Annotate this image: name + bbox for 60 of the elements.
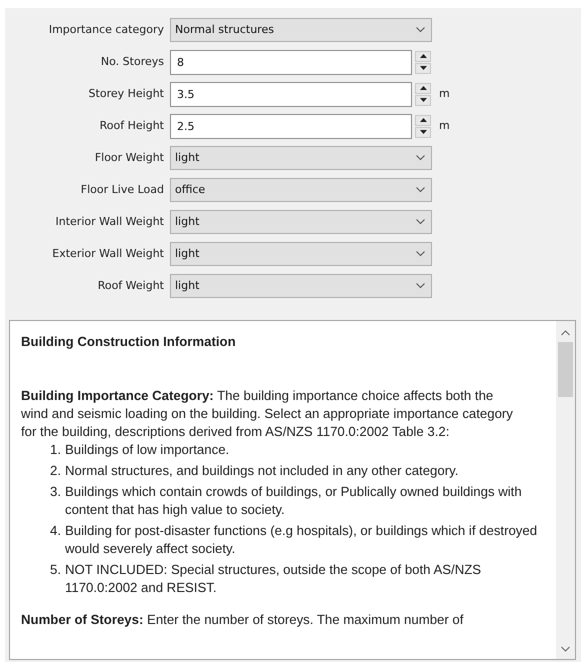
dropdown-value: light (175, 150, 200, 166)
dropdown[interactable]: Normal structures (170, 18, 432, 42)
chevron-down-icon (416, 283, 425, 289)
dropdown-value: light (175, 214, 200, 230)
list-number: 2. (49, 462, 61, 480)
scroll-thumb[interactable] (558, 342, 573, 397)
unit-label: m (439, 118, 450, 134)
spin-down-button[interactable] (415, 62, 431, 74)
chevron-down-icon (416, 27, 425, 33)
field-label: Exterior Wall Weight (51, 246, 165, 262)
down-arrow-icon (420, 130, 426, 134)
list-item: Buildings of low importance. (65, 441, 230, 459)
list-item: Buildings which contain crowds of buildings, or Publically owned buildings with content that has high value to society. (65, 483, 523, 519)
list-number: 3. (49, 483, 61, 501)
chevron-down-icon (416, 251, 425, 257)
dropdown[interactable]: office (170, 178, 432, 202)
info-paragraph: Building Importance Category: The building importance choice affects both the wind and seismic loading on the building. Select an appropriate importance category for the building, descriptions derived from AS/NZS 1170.0:2002 Table 3.2: (21, 387, 514, 441)
field-label: Floor Live Load (80, 182, 165, 198)
spin-up-button[interactable] (415, 82, 431, 94)
dropdown-value: light (175, 278, 200, 294)
up-arrow-icon (420, 86, 426, 90)
scroll-down-icon[interactable] (561, 646, 570, 652)
spin-down-button[interactable] (415, 126, 431, 138)
dropdown[interactable]: light (170, 242, 432, 266)
field-label: Storey Height (88, 86, 165, 102)
down-arrow-icon (420, 66, 426, 70)
spin-down-button[interactable] (415, 94, 431, 106)
dropdown[interactable]: light (170, 210, 432, 234)
list-number: 1. (49, 441, 61, 459)
spin-up-button[interactable] (415, 114, 431, 126)
up-arrow-icon (420, 118, 426, 122)
dropdown-value: light (175, 246, 200, 262)
list-number: 5. (49, 561, 61, 579)
number-field[interactable]: 8 (170, 50, 412, 74)
dropdown[interactable]: light (170, 146, 432, 170)
chevron-down-icon (416, 219, 425, 225)
field-label: Importance category (48, 22, 165, 38)
field-label: Interior Wall Weight (54, 214, 165, 230)
dropdown-value: office (175, 182, 206, 198)
chevron-down-icon (416, 187, 425, 193)
number-field[interactable]: 3.5 (170, 82, 412, 106)
field-label: No. Storeys (100, 54, 165, 70)
list-number: 4. (49, 522, 61, 540)
scroll-up-icon[interactable] (561, 330, 570, 336)
spin-up-button[interactable] (415, 50, 431, 62)
info-title: Building Construction Information (21, 333, 237, 351)
up-arrow-icon (420, 54, 426, 58)
list-item: Normal structures, and buildings not included in any other category. (65, 462, 458, 480)
list-item: Building for post-disaster functions (e.g hospitals), or buildings which if destroyed would severely affect society. (65, 522, 538, 558)
field-label: Roof Weight (96, 278, 165, 294)
info-paragraph: Number of Storeys: Enter the number of storeys. The maximum number of (21, 611, 464, 629)
dropdown-value: Normal structures (175, 22, 274, 38)
number-field[interactable]: 2.5 (170, 114, 412, 138)
chevron-down-icon (416, 155, 425, 161)
list-item: NOT INCLUDED: Special structures, outside the scope of both AS/NZS 1170.0:2002 and RESIST. (65, 561, 482, 597)
dropdown[interactable]: light (170, 274, 432, 298)
field-label: Roof Height (98, 118, 165, 134)
field-label: Floor Weight (94, 150, 165, 166)
down-arrow-icon (420, 98, 426, 102)
unit-label: m (439, 86, 450, 102)
